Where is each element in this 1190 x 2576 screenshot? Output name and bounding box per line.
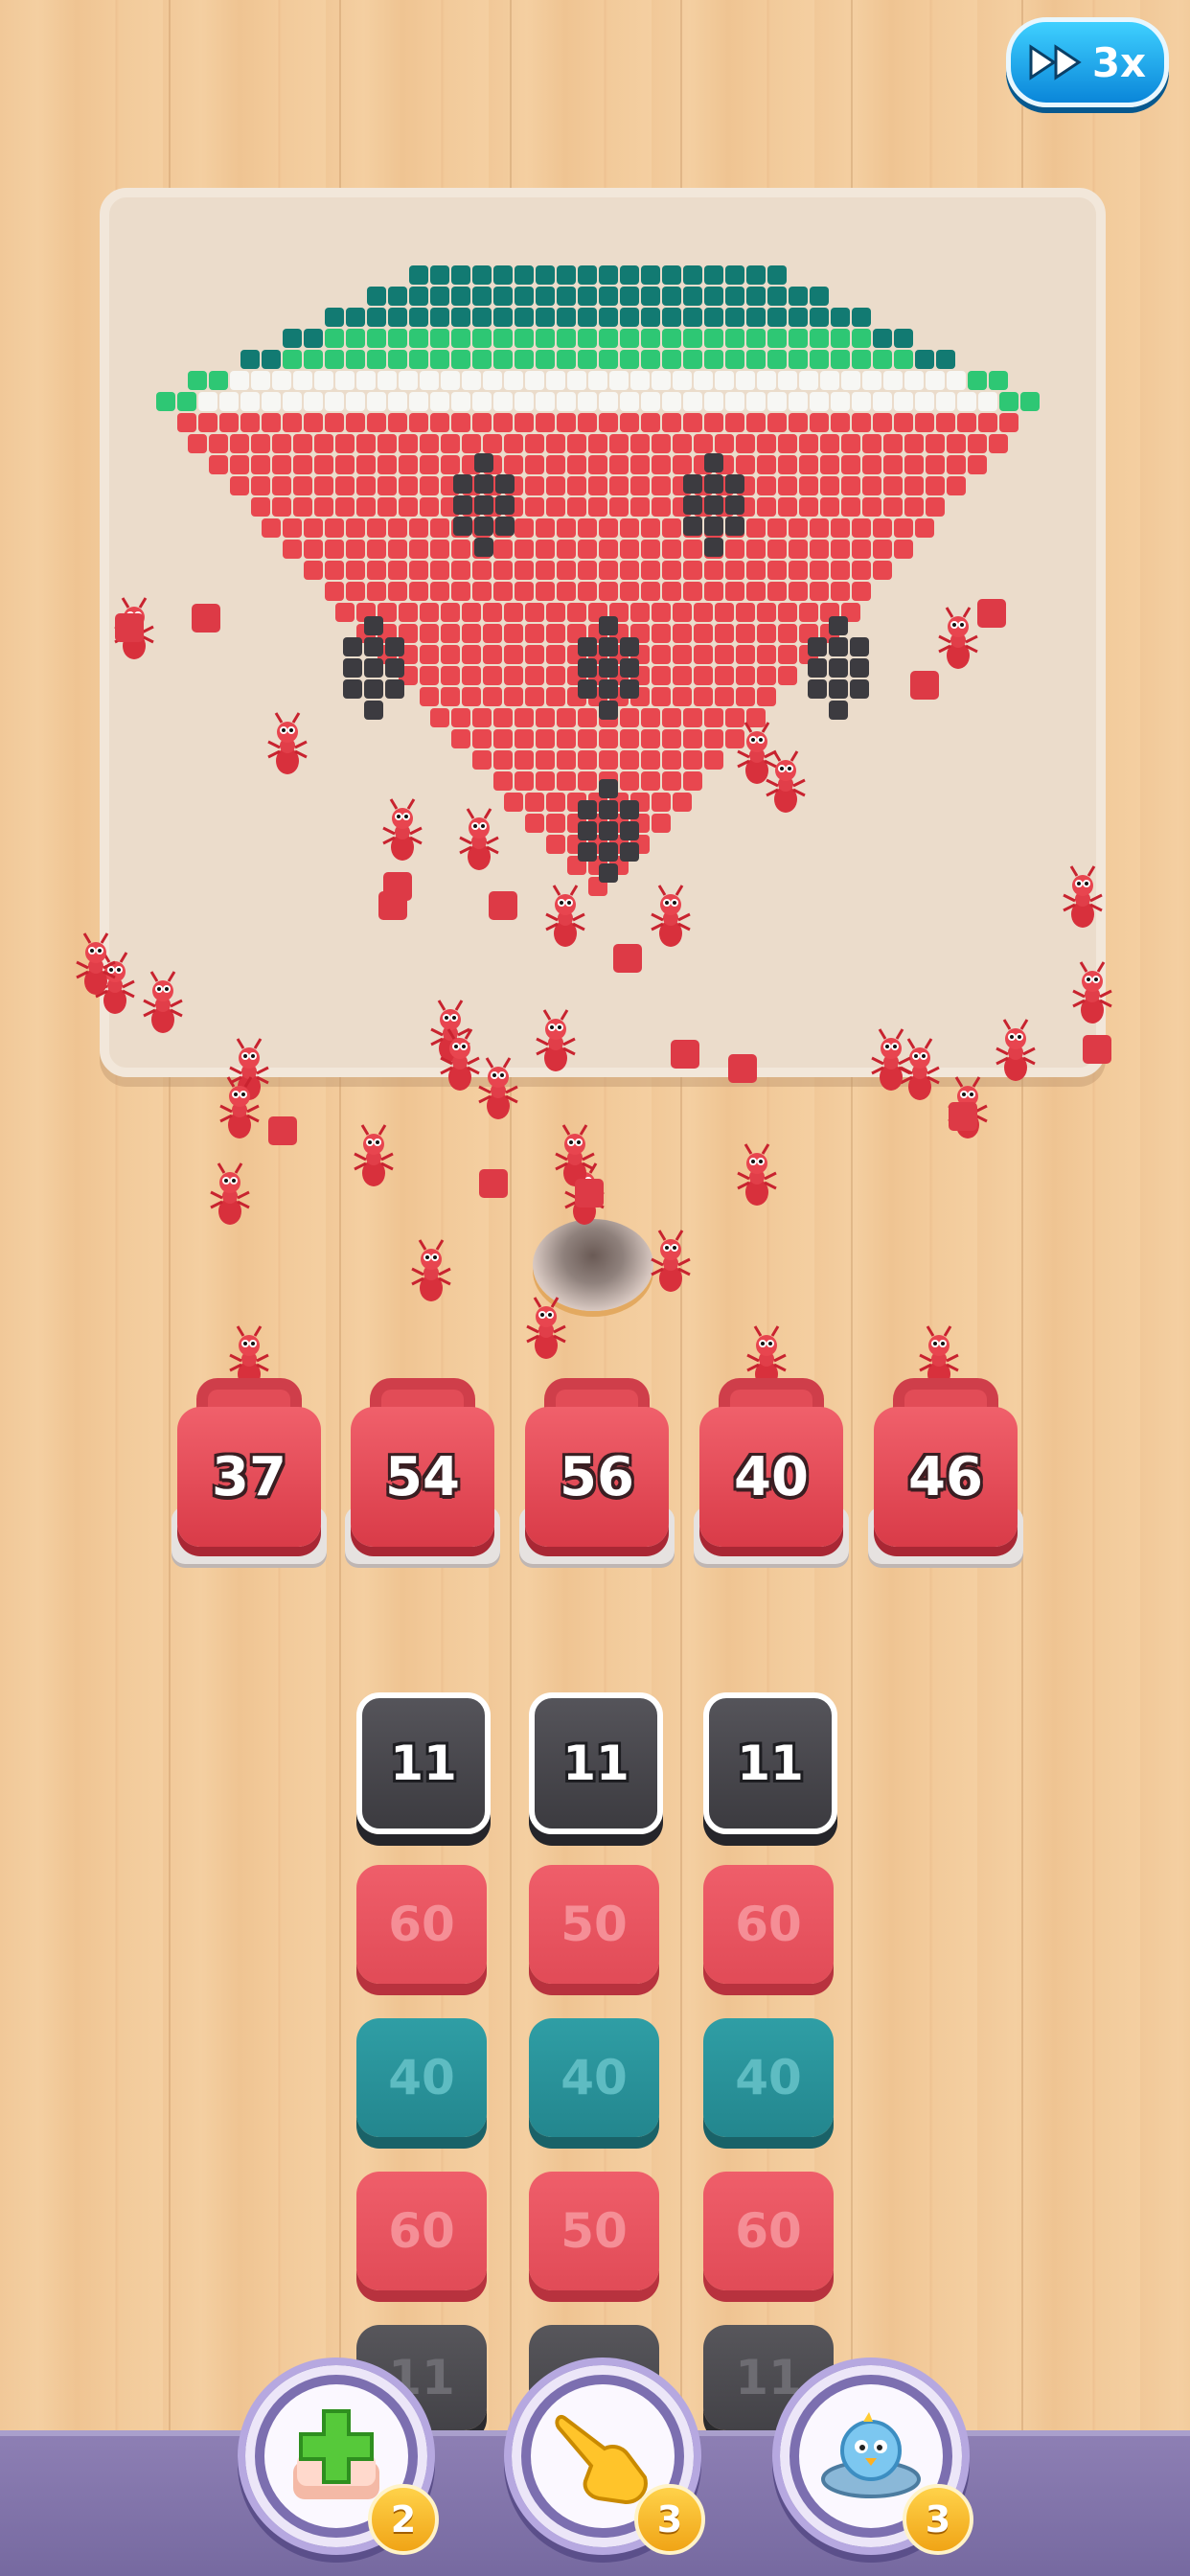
booster-count-badge: 2 (368, 2484, 439, 2555)
ant (766, 750, 806, 813)
carried-cube (479, 1169, 508, 1198)
ant (545, 885, 585, 947)
ant (354, 1124, 394, 1186)
carried-cube (1083, 1035, 1111, 1064)
ant (900, 1038, 940, 1100)
carried-cube (115, 613, 144, 642)
carried-cube (613, 944, 642, 973)
booster-ufo[interactable]: 3 (772, 2358, 973, 2555)
ant (478, 1057, 518, 1119)
ant (1072, 961, 1112, 1024)
ant (1063, 865, 1103, 928)
ant-container: 54 (345, 1378, 500, 1564)
number-tile: 50 (529, 2172, 659, 2290)
container-body: 54 (351, 1407, 494, 1547)
booster-hand[interactable]: 3 (504, 2358, 705, 2555)
container-body: 56 (525, 1407, 669, 1547)
add-slot-icon (293, 2409, 379, 2499)
container-count: 46 (908, 1445, 983, 1508)
ant (459, 808, 499, 870)
number-tile: 60 (703, 1865, 834, 1984)
container-body: 37 (177, 1407, 321, 1547)
carried-cube (977, 599, 1006, 628)
number-tile: 40 (703, 2018, 834, 2137)
number-tile: 40 (529, 2018, 659, 2137)
ant (143, 971, 183, 1033)
number-tile[interactable]: 11 (356, 1692, 491, 1834)
number-tile[interactable]: 11 (703, 1692, 837, 1834)
ant-container: 37 (172, 1378, 327, 1564)
ant-container: 46 (868, 1378, 1023, 1564)
container-count: 54 (385, 1445, 460, 1508)
carried-cube (575, 1179, 604, 1208)
ant-container: 40 (694, 1378, 849, 1564)
carried-cube (949, 1102, 977, 1131)
carried-cube (728, 1054, 757, 1083)
ant (536, 1009, 576, 1071)
number-tile[interactable]: 11 (529, 1692, 663, 1834)
number-tile: 50 (529, 1865, 659, 1984)
container-body: 46 (874, 1407, 1018, 1547)
ants-layer (76, 597, 1112, 1388)
ant (737, 1143, 777, 1206)
container-body: 40 (699, 1407, 843, 1547)
ant-container: 56 (519, 1378, 675, 1564)
booster-count-badge: 3 (634, 2484, 705, 2555)
carried-cube (671, 1040, 699, 1069)
ant (995, 1019, 1036, 1081)
container-count: 40 (734, 1445, 809, 1508)
ant (651, 885, 691, 947)
ant (267, 712, 308, 774)
container-count: 37 (212, 1445, 286, 1508)
number-tile: 60 (703, 2172, 834, 2290)
ant (651, 1230, 691, 1292)
booster-add-slot[interactable]: 2 (238, 2358, 439, 2555)
ant (382, 798, 423, 861)
carried-cube (268, 1116, 297, 1145)
ant (938, 607, 978, 669)
ant (210, 1162, 250, 1225)
carried-cube (192, 604, 220, 632)
ant (526, 1297, 566, 1359)
carried-cube (910, 671, 939, 700)
number-tile: 60 (356, 2172, 487, 2290)
ant (737, 722, 777, 784)
number-tile: 40 (356, 2018, 487, 2137)
carried-cube (489, 891, 517, 920)
carried-cube (383, 872, 412, 901)
ant (411, 1239, 451, 1301)
container-count: 56 (560, 1445, 634, 1508)
booster-count-badge: 3 (903, 2484, 973, 2555)
number-tile: 60 (356, 1865, 487, 1984)
